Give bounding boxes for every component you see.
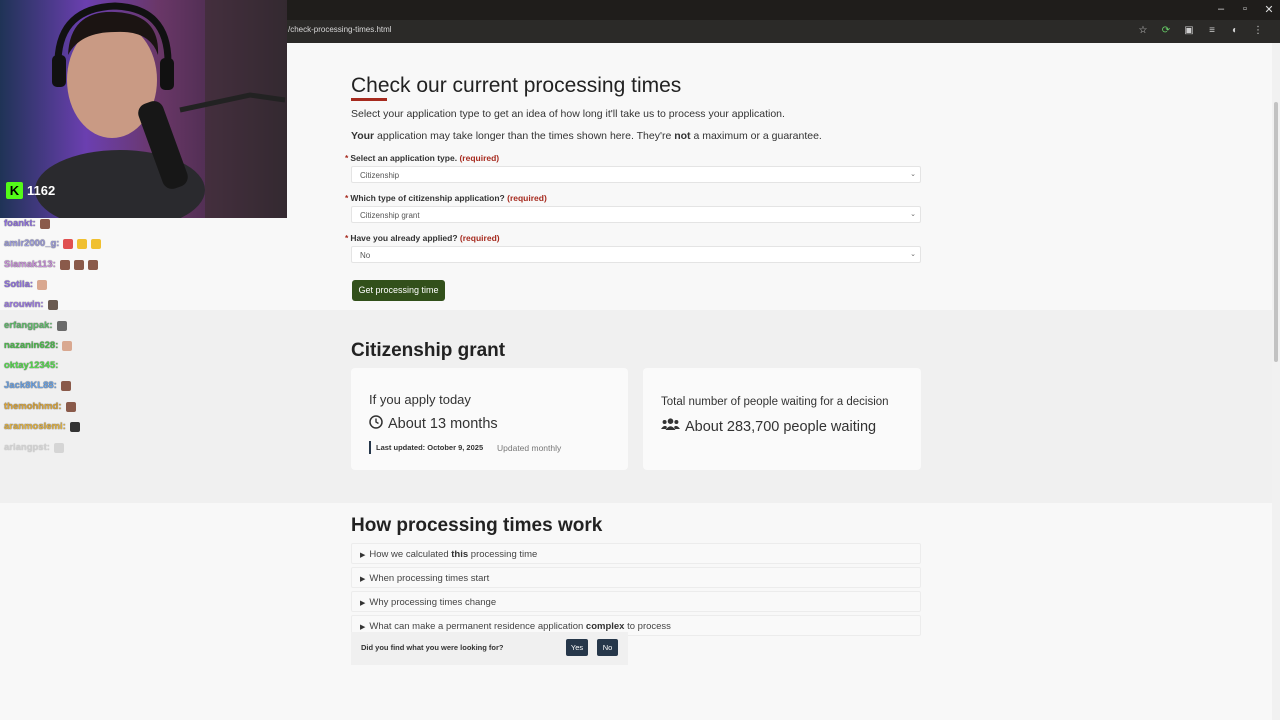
how-heading: How processing times work [351,515,603,536]
close-icon[interactable]: ✕ [1264,3,1274,16]
emote-icon [91,238,102,249]
accordion-when-start[interactable]: ▶ When processing times start [351,567,921,588]
url-text[interactable]: /check-processing-times.html [288,25,392,34]
emote-icon [37,279,48,290]
duration-value: About 13 months [369,415,498,433]
emote-icon [63,238,74,249]
citizenship-type-select[interactable]: Citizenship grant ⌄ [351,206,921,223]
result-section: Citizenship grant If you apply today Abo… [0,310,1272,503]
chat-message: erfangpak: [4,320,67,331]
get-processing-time-button[interactable]: Get processing time [352,280,445,301]
feedback-yes-button[interactable]: Yes [566,639,588,656]
triangle-right-icon: ▶ [360,576,366,583]
emote-icon [62,340,73,351]
emote-icon [39,218,50,229]
triangle-right-icon: ▶ [360,624,366,631]
viewer-count: K 1162 [6,182,55,199]
last-updated-label: Last updated: October 9, 2025 [369,441,483,454]
waiting-value: About 283,700 people waiting [661,418,876,435]
field-label-citizenship-type: * Which type of citizenship application? … [345,193,547,203]
accordion-why-change[interactable]: ▶ Why processing times change [351,591,921,612]
maximize-icon[interactable]: ▫ [1240,3,1250,16]
chevron-down-icon: ⌄ [910,171,916,178]
chat-message: Jack8KL88: [4,380,71,391]
emote-icon [53,442,64,453]
users-icon [661,418,680,435]
extension-icon[interactable]: ⟳ [1160,25,1172,36]
chat-message: nazanin628: [4,340,73,351]
clock-icon [369,415,383,433]
profile-icon[interactable]: ◐ [1229,25,1241,36]
disclaimer-text: Your application may take longer than th… [351,130,822,142]
update-frequency: Updated monthly [497,443,562,453]
accordion-how-calculated[interactable]: ▶ How we calculated this processing time [351,543,921,564]
kick-logo-icon: K [6,182,23,199]
waiting-card: Total number of people waiting for a dec… [643,368,921,470]
chat-message: Sotila: [4,279,48,290]
emote-icon [73,259,84,270]
bookmark-star-icon[interactable]: ☆ [1137,25,1149,36]
feedback-no-button[interactable]: No [597,639,618,656]
emote-icon [60,380,71,391]
emote-icon [65,401,76,412]
already-applied-select[interactable]: No ⌄ [351,246,921,263]
chevron-down-icon: ⌄ [910,211,916,218]
chat-message: aranmoslemi: [4,421,80,432]
chat-message: arouwin: [4,299,58,310]
chevron-down-icon: ⌄ [910,251,916,258]
waiting-label: Total number of people waiting for a dec… [661,396,889,408]
chat-message: foankt: [4,218,50,229]
menu-icon[interactable]: ≡ [1206,25,1218,36]
emote-icon [56,320,67,331]
window-controls: – ▫ ✕ [1216,3,1274,16]
chat-message: Siamak113: [4,259,98,270]
puzzle-icon[interactable]: ▣ [1183,25,1195,36]
chat-message: oktay12345: [4,360,59,371]
chat-message: themohhmd: [4,401,76,412]
apply-today-label: If you apply today [369,392,471,407]
minimize-icon[interactable]: – [1216,3,1226,16]
scrollbar-thumb[interactable] [1274,102,1278,362]
title-underline [351,98,387,101]
emote-icon [69,421,80,432]
emote-icon [87,259,98,270]
apply-today-card: If you apply today About 13 months [351,368,628,470]
field-label-application-type: * Select an application type. (required) [345,153,500,163]
page-title: Check our current processing times [351,74,682,97]
emote-icon [59,259,70,270]
emote-icon [77,238,88,249]
triangle-right-icon: ▶ [360,552,366,559]
application-type-select[interactable]: Citizenship ⌄ [351,166,921,183]
triangle-right-icon: ▶ [360,600,366,607]
feedback-box: Did you find what you were looking for? … [351,632,628,665]
chat-message: ariangpst: [4,442,64,453]
webcam-overlay: K 1162 [0,0,287,218]
result-heading: Citizenship grant [351,340,506,361]
more-icon[interactable]: ⋮ [1252,25,1264,36]
feedback-question: Did you find what you were looking for? [361,643,504,652]
chat-message: amir2000_g: [4,238,102,249]
emote-icon [47,299,58,310]
intro-text: Select your application type to get an i… [351,108,785,120]
field-label-already-applied: * Have you already applied? (required) [345,233,500,243]
toolbar-icons: ☆ ⟳ ▣ ≡ ◐ ⋮ [1137,25,1264,36]
